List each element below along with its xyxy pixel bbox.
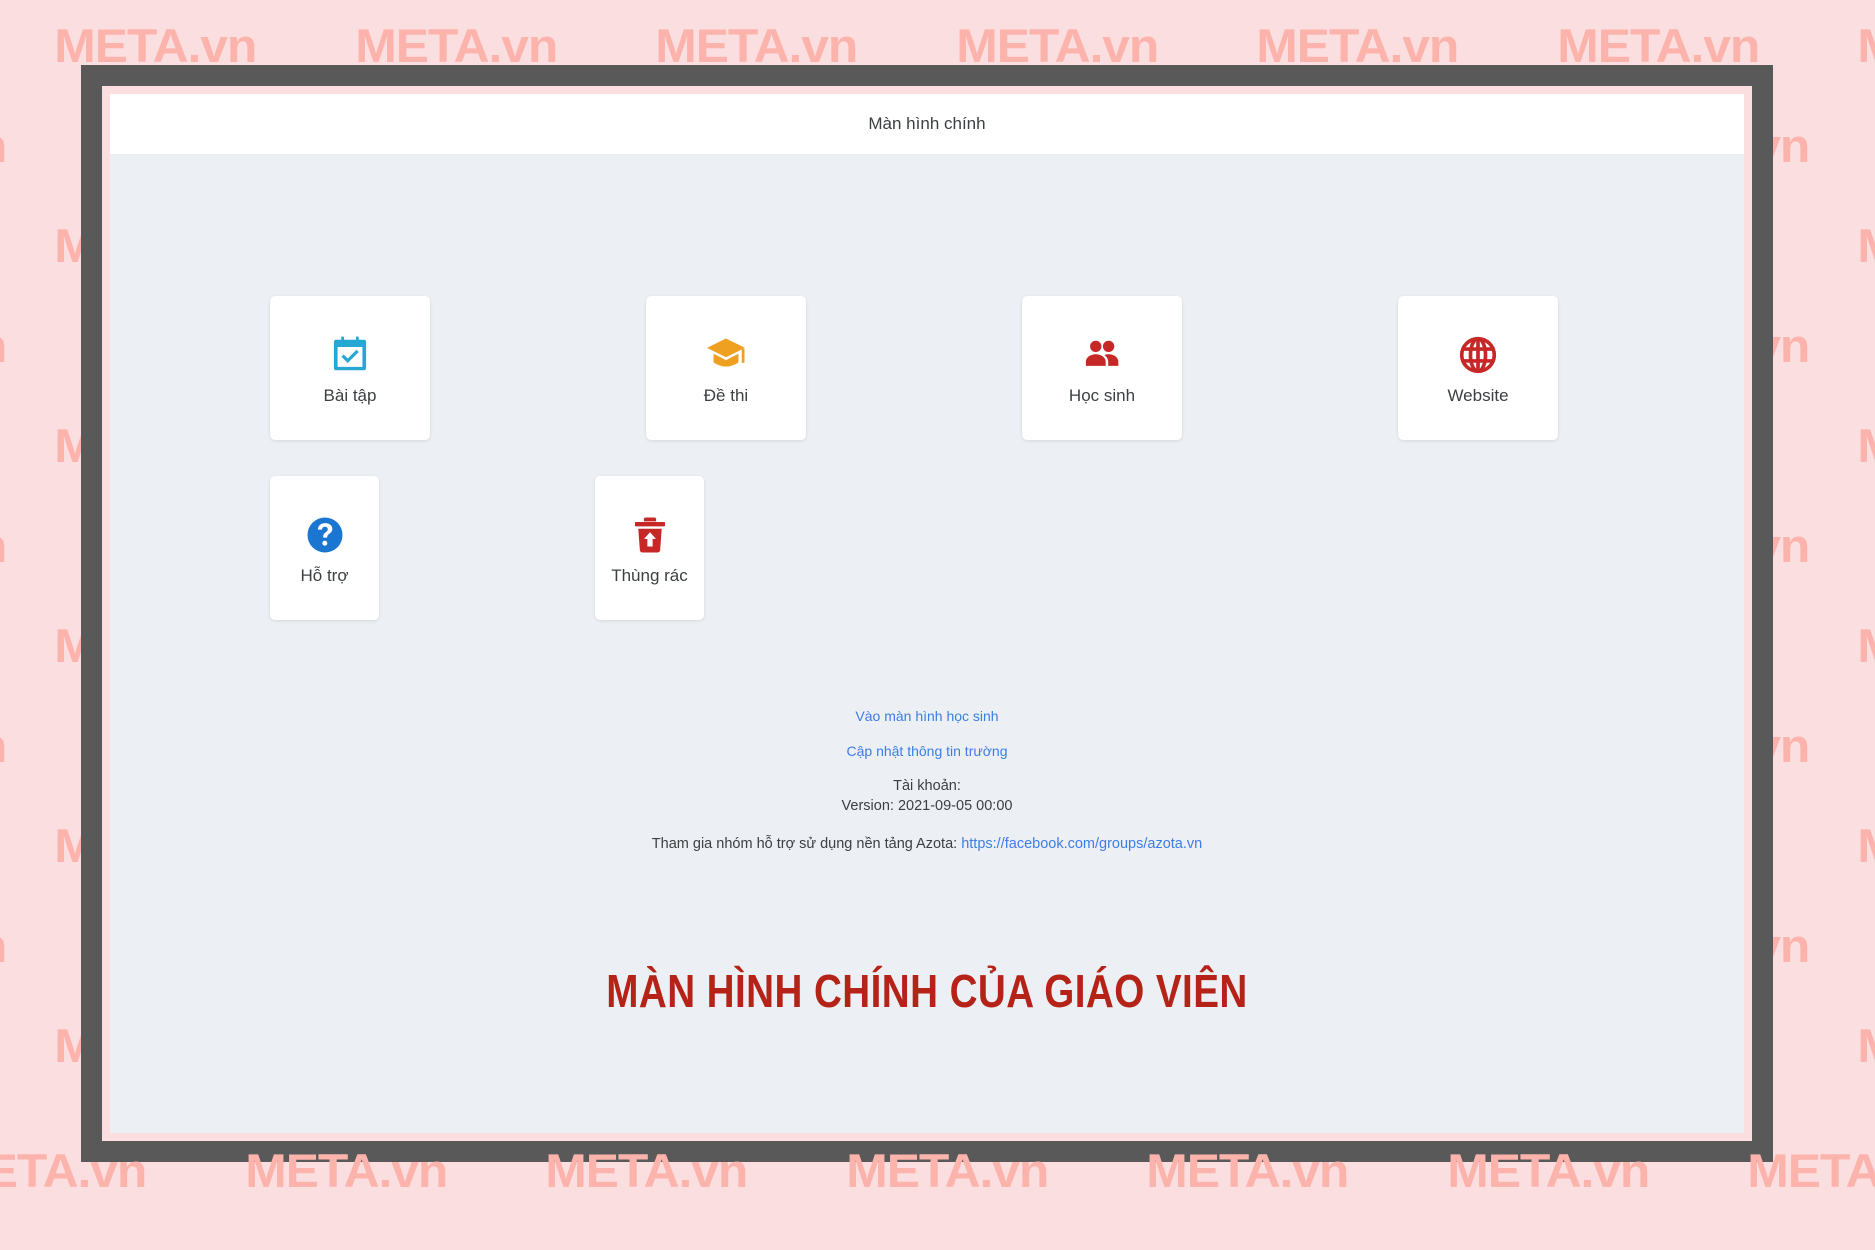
tile-row: Hỗ trợ Thùng rác <box>270 476 1570 620</box>
app-window-frame: Màn hình chính Bài tập Đề thi Học sinh W… <box>81 65 1773 1162</box>
tile-bai-tap[interactable]: Bài tập <box>270 296 430 440</box>
version-label: Version: 2021-09-05 00:00 <box>841 798 1013 814</box>
tile-label: Học sinh <box>1068 386 1136 405</box>
link-student-screen[interactable]: Vào màn hình học sinh <box>110 708 1744 724</box>
support-group-prefix: Tham gia nhóm hỗ trợ sử dụng nền tảng Az… <box>651 836 962 852</box>
calendar-check-icon <box>329 330 371 380</box>
watermark-text: META.vn <box>0 918 7 973</box>
watermark-text: META.vn <box>0 318 7 373</box>
watermark-text: META.vn <box>1858 618 1875 673</box>
tile-hoc-sinh[interactable]: Học sinh <box>1022 296 1182 440</box>
watermark-text: META.vn <box>0 518 7 573</box>
main-content: Bài tập Đề thi Học sinh Website Hỗ trợ T… <box>110 154 1744 1133</box>
tile-label: Bài tập <box>323 386 377 405</box>
watermark-text: META.vn <box>0 118 7 173</box>
graduation-cap-icon <box>704 330 748 380</box>
tile-label: Thùng rác <box>611 566 688 585</box>
tile-label: Hỗ trợ <box>300 566 349 585</box>
frame-inner-gap: Màn hình chính Bài tập Đề thi Học sinh W… <box>102 86 1752 1141</box>
watermark-text: META.vn <box>0 718 7 773</box>
watermark-text: META.vn <box>1858 18 1875 73</box>
page-title: Màn hình chính <box>868 114 986 133</box>
tile-row: Bài tập Đề thi Học sinh Website <box>270 296 1570 440</box>
tile-thung-rac[interactable]: Thùng rác <box>595 476 704 620</box>
watermark-text: META.vn <box>1858 818 1875 873</box>
bottom-caption: MÀN HÌNH CHÍNH CỦA GIÁO VIÊN <box>606 965 1248 1017</box>
trash-restore-icon <box>629 510 671 560</box>
tile-de-thi[interactable]: Đề thi <box>646 296 806 440</box>
support-group-line: Tham gia nhóm hỗ trợ sử dụng nền tảng Az… <box>110 836 1744 852</box>
tile-spacer <box>1245 476 1354 620</box>
footer-block: Vào màn hình học sinh Cập nhật thông tin… <box>110 708 1744 852</box>
tile-website[interactable]: Website <box>1398 296 1558 440</box>
tile-label: Đề thi <box>703 386 749 405</box>
watermark-text: META.vn <box>1858 418 1875 473</box>
title-bar: Màn hình chính <box>110 94 1744 154</box>
tile-ho-tro[interactable]: Hỗ trợ <box>270 476 379 620</box>
account-label: Tài khoản: <box>893 778 961 794</box>
app-window: Màn hình chính Bài tập Đề thi Học sinh W… <box>110 94 1744 1133</box>
tile-grid: Bài tập Đề thi Học sinh Website Hỗ trợ T… <box>270 296 1570 620</box>
support-group-link[interactable]: https://facebook.com/groups/azota.vn <box>961 836 1202 852</box>
question-circle-icon <box>304 510 346 560</box>
globe-icon <box>1457 330 1499 380</box>
link-update-school-info[interactable]: Cập nhật thông tin trường <box>110 743 1744 759</box>
people-icon <box>1080 330 1124 380</box>
watermark-text: META.vn <box>1858 218 1875 273</box>
tile-spacer <box>920 476 1029 620</box>
watermark-text: META.vn <box>1858 1018 1875 1073</box>
tile-label: Website <box>1447 386 1509 405</box>
